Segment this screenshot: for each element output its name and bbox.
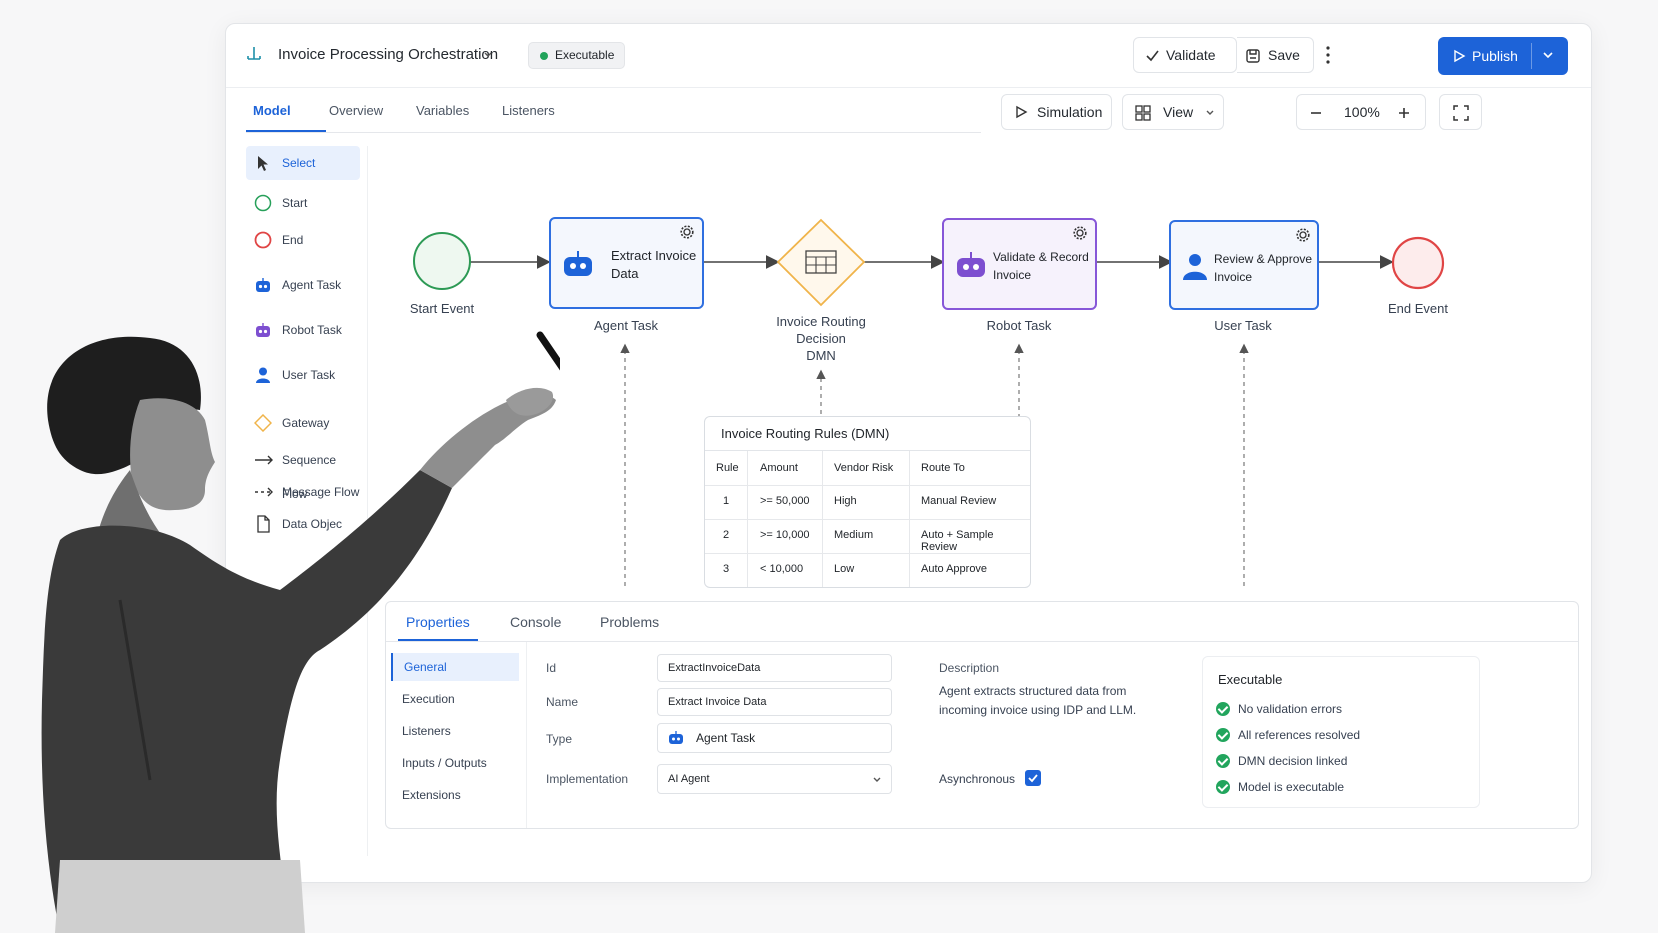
table-cell: Auto + Sample Review xyxy=(921,529,994,553)
presenter-face xyxy=(130,398,215,511)
table-cell: 2 xyxy=(723,529,730,541)
dmn-gateway[interactable] xyxy=(776,218,866,307)
table-cell: 1 xyxy=(723,495,730,507)
table-cell: < 10,000 xyxy=(760,563,804,575)
implementation-value: AI Agent xyxy=(668,773,710,785)
dmn-table-title: Invoice Routing Rules (DMN) xyxy=(705,417,1030,451)
robot-task-type-label: Robot Task xyxy=(986,318,1052,333)
name-field[interactable]: Extract Invoice Data xyxy=(657,688,892,716)
table-divider xyxy=(705,485,1030,486)
table-divider xyxy=(705,553,1030,554)
table-divider xyxy=(909,451,910,587)
asynchronous-label: Asynchronous xyxy=(939,772,1016,786)
description-label: Description xyxy=(939,661,1000,675)
agent-robot-icon xyxy=(564,251,592,276)
robot-task-name: Validate & Record Invoice xyxy=(993,250,1089,282)
executable-summary-card: Executable No validation errors All refe… xyxy=(1202,656,1480,808)
tab-problems[interactable]: Problems xyxy=(600,614,659,630)
table-cell: >= 50,000 xyxy=(760,495,810,507)
user-task-type-label: User Task xyxy=(1214,318,1272,333)
end-event-label: End Event xyxy=(1388,301,1448,316)
check-circle-icon xyxy=(1216,728,1230,742)
properties-panel: Properties Console Problems General Exec… xyxy=(385,601,1579,829)
gateway-type-label: DMN xyxy=(806,348,836,363)
table-cell: 3 xyxy=(723,563,730,575)
check-label: DMN decision linked xyxy=(1238,754,1348,768)
table-cell: Medium xyxy=(834,529,874,541)
table-header: Amount xyxy=(760,462,798,474)
table-cell: Low xyxy=(834,563,855,575)
table-header: Rule xyxy=(716,462,739,474)
user-task-name: Review & Approve Invoice xyxy=(1214,252,1313,284)
table-divider xyxy=(705,519,1030,520)
implementation-select[interactable]: AI Agent xyxy=(657,764,892,794)
description-text[interactable]: Agent extracts structured data from inco… xyxy=(939,682,1169,720)
gear-icon[interactable] xyxy=(1073,226,1087,240)
user-icon xyxy=(1183,254,1207,280)
table-cell: High xyxy=(834,495,857,507)
table-divider xyxy=(747,451,748,587)
gear-icon[interactable] xyxy=(1296,228,1310,242)
robot-icon xyxy=(957,252,985,277)
table-divider xyxy=(822,451,823,587)
asynchronous-checkbox[interactable] xyxy=(1025,770,1041,786)
dmn-rules-table[interactable]: Invoice Routing Rules (DMN) Rule Amount … xyxy=(704,416,1031,588)
gear-icon[interactable] xyxy=(680,225,694,239)
robot-task-node[interactable]: Validate & Record Invoice xyxy=(942,218,1097,310)
check-label: All references resolved xyxy=(1238,728,1361,742)
table-cell: Auto Approve xyxy=(921,563,988,575)
check-circle-icon xyxy=(1216,702,1230,716)
end-event[interactable] xyxy=(1391,236,1445,290)
check-circle-icon xyxy=(1216,780,1230,794)
check-label: Model is executable xyxy=(1238,780,1345,794)
chevron-down-icon xyxy=(873,777,881,782)
presenter-legs xyxy=(55,860,305,933)
presenter-person xyxy=(41,331,560,933)
check-circle-icon xyxy=(1216,754,1230,768)
type-value: Agent Task xyxy=(696,731,756,745)
gateway-name-label: Invoice Routing Decision xyxy=(776,314,866,346)
type-field[interactable]: Agent Task xyxy=(657,723,892,753)
agent-task-node[interactable]: Extract Invoice Data xyxy=(549,217,704,309)
checkmark-icon xyxy=(1028,774,1038,783)
table-cell: >= 10,000 xyxy=(760,529,810,541)
check-label: No validation errors xyxy=(1238,702,1343,716)
agent-task-type-label: Agent Task xyxy=(593,318,659,333)
panel-tab-divider xyxy=(386,641,1578,642)
agent-task-name: Extract Invoice Data xyxy=(611,248,697,281)
agent-robot-icon xyxy=(669,731,683,744)
start-event[interactable] xyxy=(413,232,471,290)
user-task-node[interactable]: Review & Approve Invoice xyxy=(1169,220,1319,310)
table-header: Vendor Risk xyxy=(834,462,894,474)
table-cell: Manual Review xyxy=(921,495,997,507)
summary-title: Executable xyxy=(1218,672,1283,687)
table-header: Route To xyxy=(921,462,965,474)
id-field[interactable]: ExtractInvoiceData xyxy=(657,654,892,682)
